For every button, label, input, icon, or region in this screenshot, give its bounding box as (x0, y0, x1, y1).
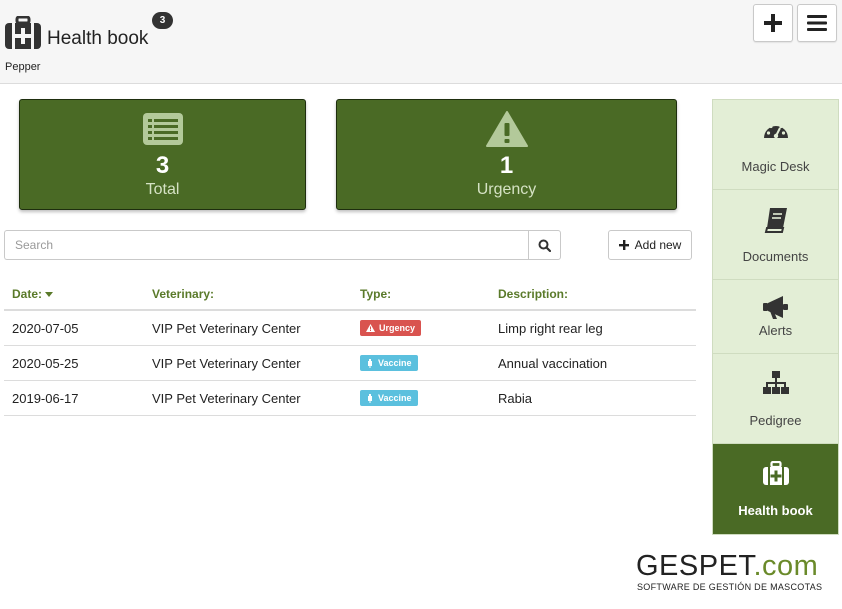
search-icon (538, 239, 551, 252)
menu-button[interactable] (797, 4, 837, 42)
cell-date: 2020-07-05 (12, 321, 79, 336)
sidebar-item-documents[interactable]: Documents (713, 190, 838, 280)
list-icon (142, 113, 183, 145)
page-title: Health book (47, 28, 149, 49)
cell-veterinary: VIP Pet Veterinary Center (152, 391, 301, 406)
table-header: Date: Veterinary: Type: Description: (4, 278, 696, 311)
add-new-button[interactable]: Add new (608, 230, 692, 260)
syringe-icon (368, 358, 372, 368)
sidebar-item-label: Magic Desk (741, 159, 810, 174)
urgency-label: Urgency (476, 181, 537, 198)
search-input[interactable] (4, 230, 529, 260)
column-header-veterinary[interactable]: Veterinary: (152, 287, 214, 301)
brand-tagline: SOFTWARE DE GESTIÓN DE MASCOTAS (637, 582, 823, 592)
column-header-type[interactable]: Type: (360, 287, 391, 301)
cell-date: 2020-05-25 (12, 356, 79, 371)
medkit-icon (762, 461, 789, 485)
health-records-table: Date: Veterinary: Type: Description: 202… (4, 278, 696, 416)
cell-date: 2019-06-17 (12, 391, 79, 406)
plus-icon (618, 240, 629, 250)
sidebar-item-label: Health book (738, 503, 813, 518)
cell-description: Limp right rear leg (498, 321, 603, 336)
sidebar-item-alerts[interactable]: Alerts (713, 280, 838, 354)
dashboard-icon (763, 122, 788, 139)
cell-type: Urgency (360, 320, 422, 336)
type-badge-vaccine: Vaccine (360, 355, 418, 371)
add-new-label: Add new (634, 238, 682, 252)
cell-veterinary: VIP Pet Veterinary Center (152, 356, 301, 371)
medkit-icon (5, 16, 41, 49)
pet-name: Pepper (5, 61, 41, 73)
total-stat-card[interactable]: 3 Total (19, 99, 306, 210)
cell-type: Vaccine (360, 390, 418, 406)
sidebar-item-label: Pedigree (749, 413, 802, 428)
cell-description: Rabia (498, 391, 532, 406)
sidebar-nav: Magic Desk Documents Alerts Pedigree Hea… (712, 99, 839, 535)
type-badge-vaccine: Vaccine (360, 390, 418, 406)
table-row[interactable]: 2019-06-17 VIP Pet Veterinary Center Vac… (4, 381, 696, 416)
total-count: 3 (155, 152, 170, 179)
syringe-icon (368, 393, 372, 403)
sort-down-icon (45, 292, 54, 298)
column-header-date[interactable]: Date: (12, 287, 54, 301)
book-icon (764, 208, 787, 233)
plus-icon (764, 14, 782, 32)
warning-icon (485, 111, 528, 147)
brand-logo: GESPET.com SOFTWARE DE GESTIÓN DE MASCOT… (634, 550, 834, 595)
megaphone-icon (762, 296, 788, 319)
warning-icon (366, 324, 375, 332)
total-label: Total (145, 181, 180, 198)
cell-veterinary: VIP Pet Veterinary Center (152, 321, 301, 336)
add-record-button[interactable] (753, 4, 793, 42)
page-header: Health book 3 Pepper (0, 0, 842, 84)
record-count-badge: 3 (152, 12, 173, 29)
hamburger-menu-icon (807, 15, 827, 31)
table-row[interactable]: 2020-05-25 VIP Pet Veterinary Center Vac… (4, 346, 696, 381)
table-row[interactable]: 2020-07-05 VIP Pet Veterinary Center Urg… (4, 311, 696, 346)
sidebar-item-label: Alerts (758, 323, 793, 338)
sidebar-item-label: Documents (742, 249, 809, 264)
sidebar-item-pedigree[interactable]: Pedigree (713, 354, 838, 444)
brand-name: GESPET.com (636, 550, 819, 582)
urgency-count: 1 (499, 152, 514, 179)
sidebar-item-health-book[interactable]: Health book (713, 444, 838, 534)
sidebar-item-magic-desk[interactable]: Magic Desk (713, 100, 838, 190)
cell-type: Vaccine (360, 355, 418, 371)
sitemap-icon (762, 371, 789, 394)
cell-description: Annual vaccination (498, 356, 608, 371)
column-header-description[interactable]: Description: (498, 287, 568, 301)
type-badge-urgency: Urgency (360, 320, 422, 336)
search-button[interactable] (528, 230, 561, 260)
urgency-stat-card[interactable]: 1 Urgency (336, 99, 677, 210)
